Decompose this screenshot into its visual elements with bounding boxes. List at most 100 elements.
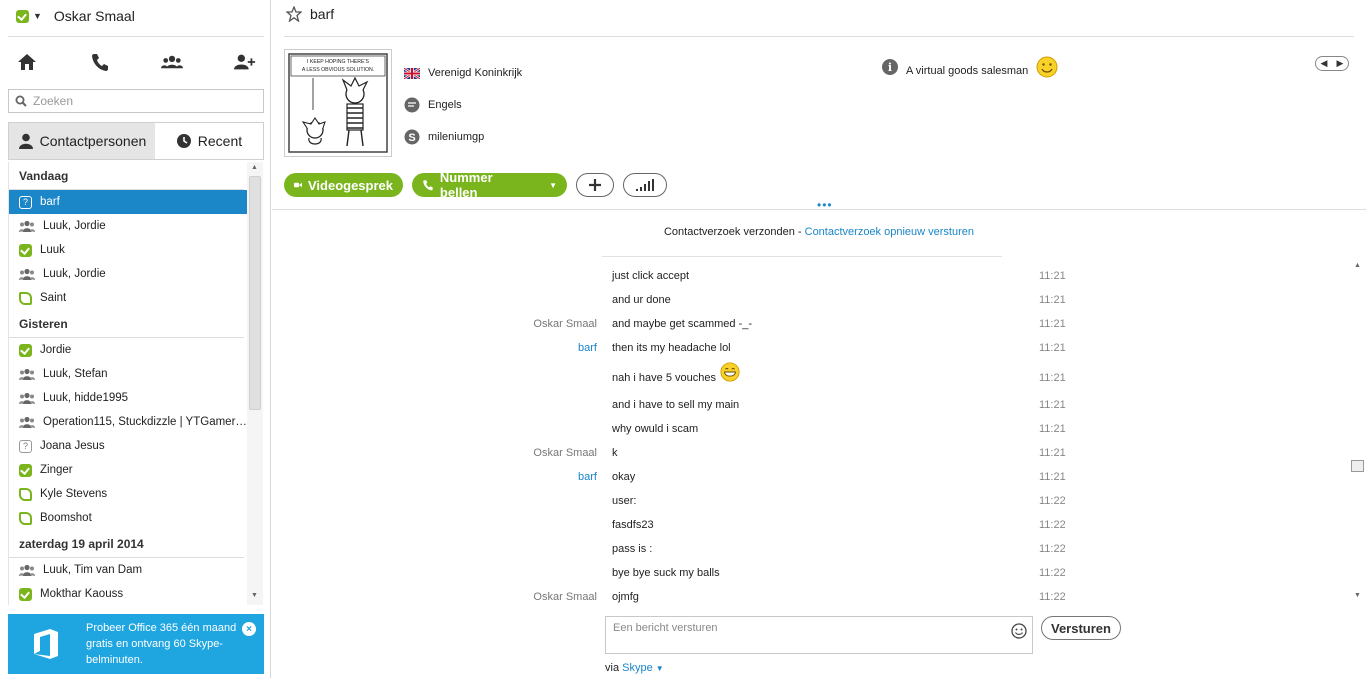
sidebar: ▼ Oskar Smaal Contactperso xyxy=(0,0,271,678)
list-item[interactable]: Operation115, Stuckdizzle | YTGamers | .… xyxy=(9,410,249,434)
call-number-button[interactable]: Nummer bellen ▼ xyxy=(412,170,567,200)
resend-request-link[interactable]: Contactverzoek opnieuw versturen xyxy=(805,226,974,238)
chat-message[interactable]: and ur done 11:21 xyxy=(272,288,1342,312)
chevron-down-icon[interactable]: ▼ xyxy=(549,181,557,190)
chat-message[interactable]: user: 11:22 xyxy=(272,489,1342,513)
home-icon[interactable] xyxy=(16,50,38,74)
emoticon-picker-icon[interactable] xyxy=(1011,623,1027,639)
scroll-down-arrow-icon[interactable]: ▼ xyxy=(1354,592,1361,599)
message-sender[interactable]: Oskar Smaal xyxy=(272,591,597,603)
group-header: Gisteren xyxy=(9,310,244,338)
list-item[interactable]: Boomshot xyxy=(9,506,249,530)
message-time: 11:21 xyxy=(1039,342,1066,354)
list-item-label: Operation115, Stuckdizzle | YTGamers | .… xyxy=(43,416,249,428)
search-box[interactable] xyxy=(8,89,264,113)
chat-message[interactable]: nah i have 5 vouches 11:21 xyxy=(272,361,1342,390)
chat-message[interactable]: barf okay 11:21 xyxy=(272,465,1342,489)
status-online-icon xyxy=(16,9,29,23)
scroll-down-arrow-icon[interactable]: ▼ xyxy=(251,592,258,599)
skype-name-row: S mileniumgp xyxy=(404,121,522,153)
list-item[interactable]: ? barf xyxy=(9,190,249,214)
info-icon[interactable]: i xyxy=(882,59,898,75)
call-quality-button[interactable] xyxy=(623,173,667,197)
add-button[interactable] xyxy=(576,173,614,197)
via-service-dropdown[interactable]: Skype ▼ xyxy=(622,662,664,674)
chat-message[interactable]: fasdfs23 11:22 xyxy=(272,513,1342,537)
list-item[interactable]: Luuk, Tim van Dam xyxy=(9,558,249,582)
office-promo-banner[interactable]: Probeer Office 365 één maand gratis en o… xyxy=(8,614,264,674)
close-icon[interactable]: × xyxy=(242,622,256,636)
list-item-label: Luuk xyxy=(40,244,65,256)
message-body: and ur done xyxy=(612,294,671,306)
chat-scrollbar[interactable]: ▲ ▼ xyxy=(1350,258,1366,606)
message-text: and maybe get scammed -_- xyxy=(612,318,753,330)
add-contact-icon[interactable] xyxy=(233,50,256,74)
tab-contacts[interactable]: Contactpersonen xyxy=(9,123,155,159)
list-item-label: Luuk, Jordie xyxy=(43,220,106,232)
divider xyxy=(272,209,1366,210)
search-input[interactable] xyxy=(33,94,233,108)
message-sender[interactable]: barf xyxy=(272,342,597,354)
message-text: nah i have 5 vouches xyxy=(612,372,716,384)
scroll-up-arrow-icon[interactable]: ▲ xyxy=(251,164,258,171)
skype-name-text: mileniumgp xyxy=(428,131,485,143)
list-item-label: Joana Jesus xyxy=(40,440,105,452)
message-body: ojmfg xyxy=(612,591,639,603)
clock-icon xyxy=(176,134,191,148)
message-body: and maybe get scammed -_- xyxy=(612,318,752,330)
chat-message[interactable]: Oskar Smaal ojmfg 11:22 xyxy=(272,585,1342,608)
star-icon[interactable] xyxy=(286,6,302,22)
sidebar-scrollbar[interactable]: ▲ ▼ xyxy=(247,162,263,605)
profile-menu[interactable]: ▼ Oskar Smaal xyxy=(16,6,135,26)
chat-message[interactable]: just click accept 11:21 xyxy=(272,264,1342,288)
list-item[interactable]: Kyle Stevens xyxy=(9,482,249,506)
message-time: 11:21 xyxy=(1039,318,1066,330)
video-call-label: Videogesprek xyxy=(307,177,393,193)
list-item[interactable]: Luuk, Jordie xyxy=(9,262,249,286)
message-body: why owuld i scam xyxy=(612,423,698,435)
list-item[interactable]: Saint xyxy=(9,286,249,310)
list-item-label: Luuk, Tim van Dam xyxy=(43,564,143,576)
list-item[interactable]: ? Joana Jesus xyxy=(9,434,249,458)
scroll-up-arrow-icon[interactable]: ▲ xyxy=(1354,262,1361,269)
chat-message[interactable]: bye bye suck my balls 11:22 xyxy=(272,561,1342,585)
scroll-thumb[interactable] xyxy=(249,176,261,410)
list-item[interactable]: Luuk xyxy=(9,238,249,262)
message-composer[interactable] xyxy=(605,616,1033,654)
scroll-thumb[interactable] xyxy=(1351,460,1364,472)
tab-recent[interactable]: Recent xyxy=(155,123,263,159)
list-item[interactable]: Luuk, hidde1995 xyxy=(9,386,249,410)
video-call-button[interactable]: Videogesprek xyxy=(284,173,403,197)
list-item[interactable]: Luuk, Stefan xyxy=(9,362,249,386)
phone-icon[interactable] xyxy=(89,50,111,74)
chevron-right-icon[interactable]: ▶ xyxy=(1337,58,1344,69)
chat-message[interactable]: and i have to sell my main 11:21 xyxy=(272,393,1342,417)
chat-message[interactable]: Oskar Smaal k 11:21 xyxy=(272,441,1342,465)
status-online-icon xyxy=(19,343,32,357)
chevron-left-icon[interactable]: ◀ xyxy=(1321,58,1328,69)
message-sender[interactable]: Oskar Smaal xyxy=(272,447,597,459)
send-button[interactable]: Versturen xyxy=(1041,616,1121,640)
contacts-group-icon[interactable] xyxy=(161,50,184,74)
chat-message[interactable]: why owuld i scam 11:21 xyxy=(272,417,1342,441)
list-item[interactable]: Jordie xyxy=(9,338,249,362)
message-sender[interactable]: Oskar Smaal xyxy=(272,318,597,330)
list-item[interactable]: Mokthar Kaouss xyxy=(9,582,249,605)
list-item[interactable]: Luuk, Jordie xyxy=(9,214,249,238)
message-text: just click accept xyxy=(612,270,690,282)
message-text: user: xyxy=(612,495,637,507)
chat-message[interactable]: pass is : 11:22 xyxy=(272,537,1342,561)
group-header: Vandaag xyxy=(9,162,244,190)
message-sender[interactable]: barf xyxy=(272,471,597,483)
contact-avatar[interactable]: I KEEP HOPING THERE'S A LESS OBVIOUS SOL… xyxy=(284,49,392,157)
chat-message[interactable]: barf then its my headache lol 11:21 xyxy=(272,336,1342,360)
list-item[interactable]: Zinger xyxy=(9,458,249,482)
list-item-label: Zinger xyxy=(40,464,73,476)
message-input[interactable] xyxy=(613,622,1003,646)
profile-pager[interactable]: ◀ ▶ xyxy=(1315,56,1349,71)
message-time: 11:22 xyxy=(1039,519,1066,531)
avatar-caption-line-1: I KEEP HOPING THERE'S xyxy=(307,59,369,65)
via-label: via xyxy=(605,662,620,674)
list-item-label: Boomshot xyxy=(40,512,92,524)
chat-message[interactable]: Oskar Smaal and maybe get scammed -_- 11:2… xyxy=(272,312,1342,336)
